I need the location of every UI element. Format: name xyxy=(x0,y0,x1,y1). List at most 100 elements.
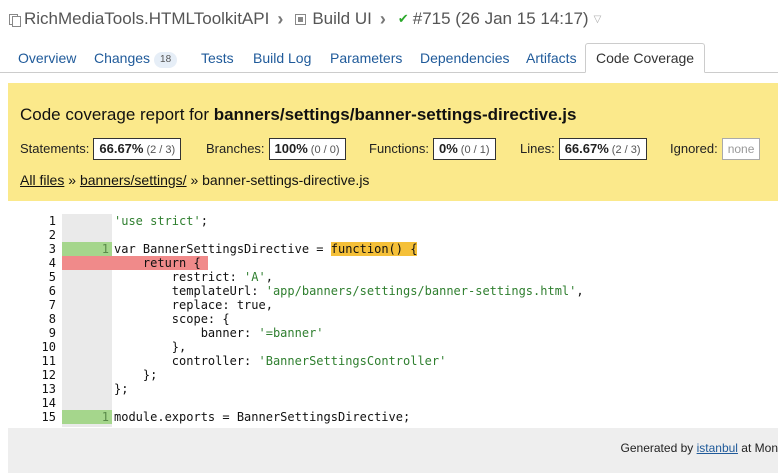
tab-build-log[interactable]: Build Log xyxy=(253,44,311,72)
all-files-link[interactable]: All files xyxy=(20,172,64,188)
line-code: var BannerSettingsDirective = function()… xyxy=(114,242,418,256)
build-config-icon xyxy=(295,13,307,25)
directory-link[interactable]: banners/settings/ xyxy=(80,172,187,188)
stat-branches-value: 100% (0 / 0) xyxy=(268,138,346,160)
code-line: 8 scope: { xyxy=(8,312,778,326)
line-number: 9 xyxy=(48,326,56,340)
path-separator: » xyxy=(68,172,77,188)
stat-functions-label: Functions: xyxy=(369,141,429,156)
line-number: 13 xyxy=(41,382,56,396)
line-number: 6 xyxy=(48,284,56,298)
tab-parameters[interactable]: Parameters xyxy=(330,44,402,72)
footer-text: Generated by istanbul at Mon xyxy=(621,441,778,455)
stat-lines-pct: 66.67% xyxy=(564,141,609,156)
istanbul-link[interactable]: istanbul xyxy=(697,441,738,455)
coverage-title: Code coverage report for banners/setting… xyxy=(20,105,576,125)
stat-ignored-label: Ignored: xyxy=(670,141,718,156)
path-separator: » xyxy=(190,172,199,188)
stat-functions-frac: (0 / 1) xyxy=(460,144,490,156)
code-line: 3 1 var BannerSettingsDirective = function… xyxy=(8,242,778,256)
line-hit-count xyxy=(62,326,112,340)
line-code: scope: { xyxy=(114,312,230,326)
chevron-right-icon: › xyxy=(379,8,386,29)
code-listing: 1'use strict'; 2 3 1 var BannerSettingsDirec… xyxy=(8,214,778,427)
line-code: }; xyxy=(114,368,158,382)
coverage-file: banners/settings/banner-settings-directi… xyxy=(213,105,577,124)
stat-lines-frac: (2 / 3) xyxy=(611,144,641,156)
tab-tests[interactable]: Tests xyxy=(201,44,234,72)
line-code: restrict: 'A', xyxy=(114,270,273,284)
line-number: 2 xyxy=(48,228,56,242)
line-number: 14 xyxy=(41,396,56,410)
breadcrumb-build-config-label[interactable]: Build UI xyxy=(312,9,372,29)
code-line: 4 return { xyxy=(8,256,778,270)
line-number: 1 xyxy=(48,214,56,228)
breadcrumb-project-label[interactable]: RichMediaTools.HTMLToolkitAPI xyxy=(24,9,269,29)
line-hit-count xyxy=(62,354,112,368)
coverage-summary: Code coverage report for banners/setting… xyxy=(8,83,778,201)
stat-ignored-value: none xyxy=(721,138,761,160)
line-code: replace: true, xyxy=(114,298,273,312)
stat-lines-value: 66.67% (2 / 3) xyxy=(558,138,647,160)
breadcrumb: RichMediaTools.HTMLToolkitAPI › Build UI… xyxy=(0,0,778,38)
code-line: 6 templateUrl: 'app/banners/settings/ban… xyxy=(8,284,778,298)
tab-artifacts[interactable]: Artifacts xyxy=(526,44,577,72)
stat-statements-frac: (2 / 3) xyxy=(146,144,176,156)
tab-changes-label[interactable]: Changes xyxy=(94,50,150,66)
line-hit-count xyxy=(62,256,112,270)
code-line: 11 controller: 'BannerSettingsController… xyxy=(8,354,778,368)
footer-prefix: Generated by xyxy=(620,441,697,455)
line-hit-count xyxy=(62,298,112,312)
line-hit-count xyxy=(62,270,112,284)
breadcrumb-project[interactable]: RichMediaTools.HTMLToolkitAPI xyxy=(0,9,269,29)
line-hit-count: 1 xyxy=(62,242,112,256)
stat-branches-label: Branches: xyxy=(206,141,265,156)
tab-code-coverage[interactable]: Code Coverage xyxy=(585,43,706,73)
footer-suffix: at Mon xyxy=(737,441,778,455)
line-hit-count xyxy=(62,284,112,298)
stat-statements: Statements: 66.67% (2 / 3) xyxy=(20,138,182,160)
tab-dependencies[interactable]: Dependencies xyxy=(420,44,510,72)
code-line: 1 'use strict'; xyxy=(8,214,778,228)
line-number: 10 xyxy=(41,340,56,354)
line-hit-count: 1 xyxy=(62,410,112,424)
tab-changes[interactable]: Changes 18 xyxy=(94,44,178,72)
stat-branches-pct: 100% xyxy=(274,141,308,156)
code-line: 7 replace: true, xyxy=(8,298,778,312)
stat-statements-label: Statements: xyxy=(20,141,90,156)
success-check-icon: ✔ xyxy=(397,11,409,26)
code-line: 5 restrict: 'A', xyxy=(8,270,778,284)
tab-overview[interactable]: Overview xyxy=(18,44,76,72)
stat-ignored: Ignored: none xyxy=(670,138,761,160)
coverage-title-prefix: Code coverage report for xyxy=(20,105,214,124)
line-hit-count xyxy=(62,340,112,354)
stat-statements-pct: 66.67% xyxy=(99,141,144,156)
stat-lines-label: Lines: xyxy=(520,141,555,156)
stat-branches-frac: (0 / 0) xyxy=(310,144,340,156)
breadcrumb-build-config[interactable]: Build UI xyxy=(295,9,372,29)
stat-branches: Branches: 100% (0 / 0) xyxy=(206,138,346,160)
line-code: controller: 'BannerSettingsController' xyxy=(114,354,447,368)
line-code: module.exports = BannerSettingsDirective… xyxy=(114,410,411,424)
stat-functions-pct: 0% xyxy=(438,141,458,156)
code-line: 14 xyxy=(8,396,778,410)
line-number: 3 xyxy=(48,242,56,256)
project-icon xyxy=(9,13,21,27)
dropdown-arrow-icon[interactable]: ▽ xyxy=(594,14,602,25)
line-number: 8 xyxy=(48,312,56,326)
tab-bar: Overview Changes 18 Tests Build Log Param… xyxy=(0,43,778,73)
line-code: banner: '=banner' xyxy=(114,326,324,340)
file-path-breadcrumb: All files » banners/settings/ » banner-s… xyxy=(20,172,369,188)
line-number: 12 xyxy=(41,368,56,382)
stat-statements-value: 66.67% (2 / 3) xyxy=(93,138,182,160)
stat-functions: Functions: 0% (0 / 1) xyxy=(369,138,496,160)
line-hit-count xyxy=(62,382,112,396)
line-code: 'use strict'; xyxy=(114,214,208,228)
breadcrumb-build[interactable]: ✔ #715 (26 Jan 15 14:17) ▽ xyxy=(398,9,601,29)
breadcrumb-build-label[interactable]: #715 (26 Jan 15 14:17) xyxy=(413,9,589,29)
line-number: 5 xyxy=(48,270,56,284)
code-line: 12 }; xyxy=(8,368,778,382)
changes-count-badge: 18 xyxy=(154,52,178,68)
code-line: 9 banner: '=banner' xyxy=(8,326,778,340)
line-hit-count xyxy=(62,228,112,242)
